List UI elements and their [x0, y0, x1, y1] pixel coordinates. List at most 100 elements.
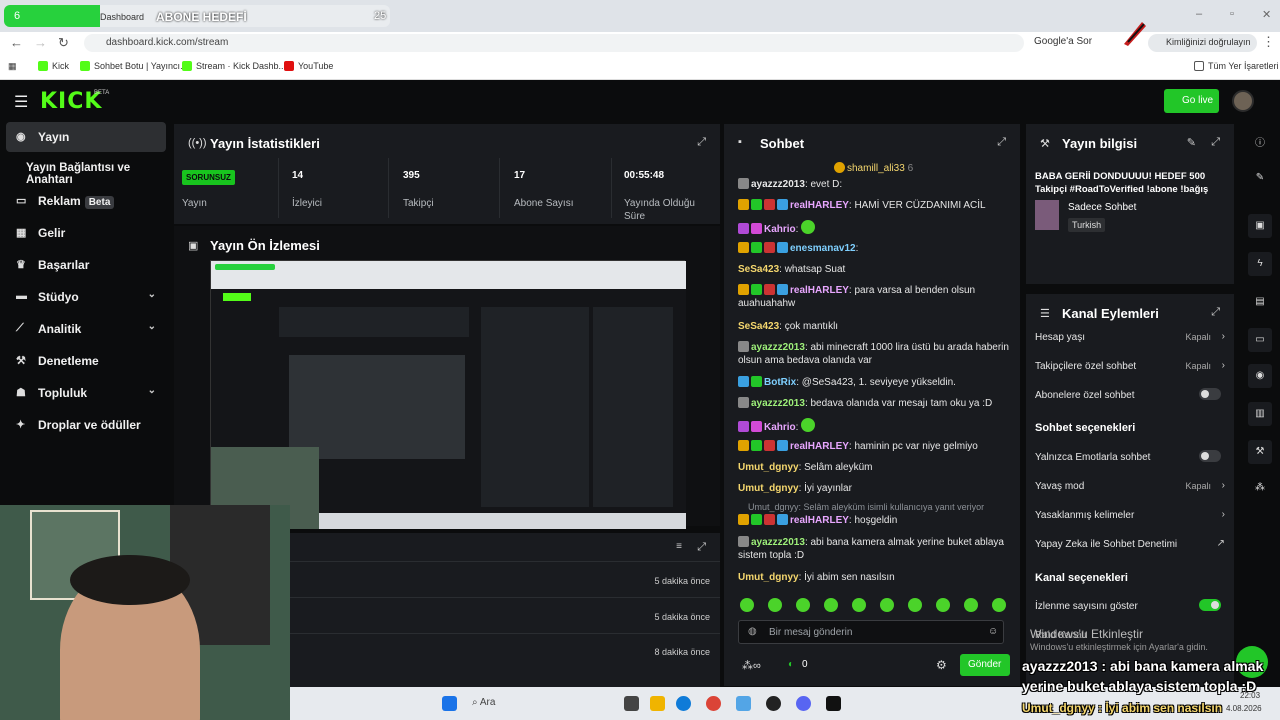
- reload-icon[interactable]: ↻: [58, 35, 69, 51]
- emoji-icon[interactable]: ☺: [988, 626, 998, 637]
- go-live-button[interactable]: Go live: [1164, 89, 1219, 113]
- chat-message[interactable]: SeSa423: çok mantıklı: [738, 320, 1013, 333]
- expand-icon[interactable]: ⤢: [997, 136, 1006, 149]
- folder-icon[interactable]: [650, 696, 665, 711]
- task-view-icon[interactable]: [624, 696, 639, 711]
- settings-icon[interactable]: [736, 696, 751, 711]
- expand-icon[interactable]: ⤢: [1211, 136, 1220, 149]
- edit-icon[interactable]: ✎: [1187, 136, 1196, 149]
- copy-icon[interactable]: ▤: [1248, 290, 1272, 314]
- sidebar-item-denetleme[interactable]: ⚒ Denetleme: [6, 346, 166, 376]
- chat-message[interactable]: realHARLEY: para varsa al benden olsun a…: [738, 284, 1013, 310]
- windows-start-icon[interactable]: [442, 696, 457, 711]
- sidebar-item-topluluk[interactable]: ☗ Topluluk ⌄: [6, 378, 166, 408]
- chat-message[interactable]: Kahrio:: [738, 418, 1013, 434]
- sidebar-item-stream-key[interactable]: Yayın Bağlantısı ve Anahtarı: [0, 154, 170, 186]
- chat-message[interactable]: ayazzz2013: abi bana kamera almak yerine…: [738, 536, 1013, 562]
- emote-icon[interactable]: [852, 598, 866, 612]
- maximize-icon[interactable]: ▫: [1230, 8, 1234, 20]
- edge-icon[interactable]: [676, 696, 691, 711]
- expand-icon[interactable]: ⤢: [697, 541, 706, 554]
- emote-icon[interactable]: [740, 598, 754, 612]
- chat-input[interactable]: Bir mesaj gönderin: [738, 620, 1004, 644]
- emote-icon[interactable]: [824, 598, 838, 612]
- chat-username[interactable]: ayazzz2013: [751, 537, 805, 548]
- emote-icon[interactable]: [796, 598, 810, 612]
- emote-icon[interactable]: [936, 598, 950, 612]
- url-field[interactable]: dashboard.kick.com/stream: [84, 34, 1024, 52]
- broadcast-icon[interactable]: ◉: [1248, 364, 1272, 388]
- bookmark-stream[interactable]: Stream · Kick Dashb...: [182, 61, 286, 71]
- pinned-user[interactable]: shamill_ali33 6: [834, 162, 913, 174]
- emote-icon[interactable]: [964, 598, 978, 612]
- chat-username[interactable]: Umut_dgnyy: [738, 462, 799, 473]
- bookmark-kick[interactable]: Kick: [38, 61, 69, 71]
- sub-goal-tab[interactable]: 6 Dashboard ABONE HEDEFİ 25: [4, 5, 390, 27]
- forward-icon[interactable]: →: [34, 35, 47, 50]
- chat-username[interactable]: Kahrio: [764, 224, 796, 235]
- back-icon[interactable]: ←: [10, 35, 23, 50]
- send-button[interactable]: Gönder: [960, 654, 1010, 676]
- chat-message[interactable]: SeSa423: whatsap Suat: [738, 263, 1013, 276]
- chat-message[interactable]: ayazzz2013: evet D:: [738, 178, 1013, 191]
- show-viewers-toggle[interactable]: [1199, 599, 1221, 611]
- sidebar-item-studyo[interactable]: ▬ Stüdyo ⌄: [6, 282, 166, 312]
- lightning-icon[interactable]: ϟ: [1248, 252, 1272, 276]
- stream-preview-video[interactable]: [210, 260, 686, 529]
- chat-username[interactable]: SeSa423: [738, 321, 779, 332]
- chat-message[interactable]: realHARLEY: haminin pc var niye gelmiyo: [738, 440, 1013, 453]
- obs-icon[interactable]: [766, 696, 781, 711]
- emote-icon[interactable]: [880, 598, 894, 612]
- chat-username[interactable]: Umut_dgnyy: [738, 483, 799, 494]
- sidebar-item-droplar[interactable]: ✦ Droplar ve ödüller: [6, 410, 166, 440]
- bookmark-chatbot[interactable]: Sohbet Botu | Yayıncı...: [80, 61, 188, 71]
- all-bookmarks[interactable]: Tüm Yer İşaretleri: [1194, 61, 1279, 71]
- points-icon[interactable]: ⁂∞: [742, 659, 761, 672]
- close-icon[interactable]: ✕: [1262, 8, 1271, 21]
- chat-username[interactable]: enesmanav12: [790, 243, 856, 254]
- terminal-icon[interactable]: [826, 696, 841, 711]
- chat-username[interactable]: ayazzz2013: [751, 179, 805, 190]
- google-ask-button[interactable]: Google'a Sor: [1034, 36, 1092, 47]
- chat-message[interactable]: BotRix: @SeSa423, 1. seviyeye yükseldin.: [738, 376, 1013, 389]
- apps-grid-icon[interactable]: ▦: [8, 61, 17, 72]
- chat-username[interactable]: realHARLEY: [790, 515, 849, 526]
- sidebar-item-reklam[interactable]: ▭ Reklam Beta: [6, 186, 166, 216]
- filter-icon[interactable]: ≡: [676, 541, 682, 552]
- chat-message[interactable]: ayazzz2013: abi minecraft 1000 lira üstü…: [738, 341, 1013, 367]
- chat-username[interactable]: realHARLEY: [790, 200, 849, 211]
- chat-icon[interactable]: ▭: [1248, 328, 1272, 352]
- chat-username[interactable]: ayazzz2013: [751, 398, 805, 409]
- minimize-icon[interactable]: –: [1196, 8, 1202, 20]
- expand-icon[interactable]: ⤢: [697, 136, 706, 149]
- sidebar-item-basarilar[interactable]: ♛ Başarılar: [6, 250, 166, 280]
- setting-slow-mode[interactable]: Yavaş mod Kapalı ›: [1035, 480, 1227, 492]
- avatar[interactable]: [1232, 90, 1254, 112]
- server-icon[interactable]: ▥: [1248, 402, 1272, 426]
- chat-message[interactable]: Kahrio:: [738, 220, 1013, 236]
- chat-username[interactable]: SeSa423: [738, 264, 779, 275]
- sidebar-item-gelir[interactable]: ▦ Gelir: [6, 218, 166, 248]
- setting-followers-only[interactable]: Takipçilere özel sohbet Kapalı ›: [1035, 360, 1227, 372]
- setting-banned-words[interactable]: Yasaklanmış kelimeler ›: [1035, 509, 1227, 521]
- sidebar-item-analitik[interactable]: ⟋ Analitik ⌄: [6, 314, 166, 344]
- discord-icon[interactable]: [796, 696, 811, 711]
- emote-icon[interactable]: [908, 598, 922, 612]
- emote-only-toggle[interactable]: [1199, 450, 1221, 462]
- chat-message[interactable]: realHARLEY: hoşgeldin: [738, 514, 1013, 527]
- chat-message[interactable]: Umut_dgnyy: İyi yayınlar: [738, 482, 1013, 495]
- chat-username[interactable]: BotRix: [764, 377, 796, 388]
- chat-username[interactable]: ayazzz2013: [751, 342, 805, 353]
- chrome-icon[interactable]: [706, 696, 721, 711]
- sidebar-item-yayin[interactable]: ◉ Yayın: [6, 122, 166, 152]
- setting-ai-moderation[interactable]: Yapay Zeka ile Sohbet Denetimi ↗: [1035, 538, 1227, 550]
- camera-icon[interactable]: ▣: [1248, 214, 1272, 238]
- chat-message[interactable]: ayazzz2013: bedava olanıda var mesajı ta…: [738, 397, 1013, 410]
- edit-icon[interactable]: ✎: [1248, 166, 1272, 190]
- search-icon[interactable]: ⌕ Ara: [472, 697, 495, 708]
- chat-message[interactable]: realHARLEY: HAMİ VER CÜZDANIMI ACİL: [738, 199, 1013, 212]
- subs-only-toggle[interactable]: [1199, 388, 1221, 400]
- chat-username[interactable]: Kahrio: [764, 422, 796, 433]
- share-icon[interactable]: ⁂: [1248, 476, 1272, 500]
- gear-icon[interactable]: ⚙: [936, 658, 947, 672]
